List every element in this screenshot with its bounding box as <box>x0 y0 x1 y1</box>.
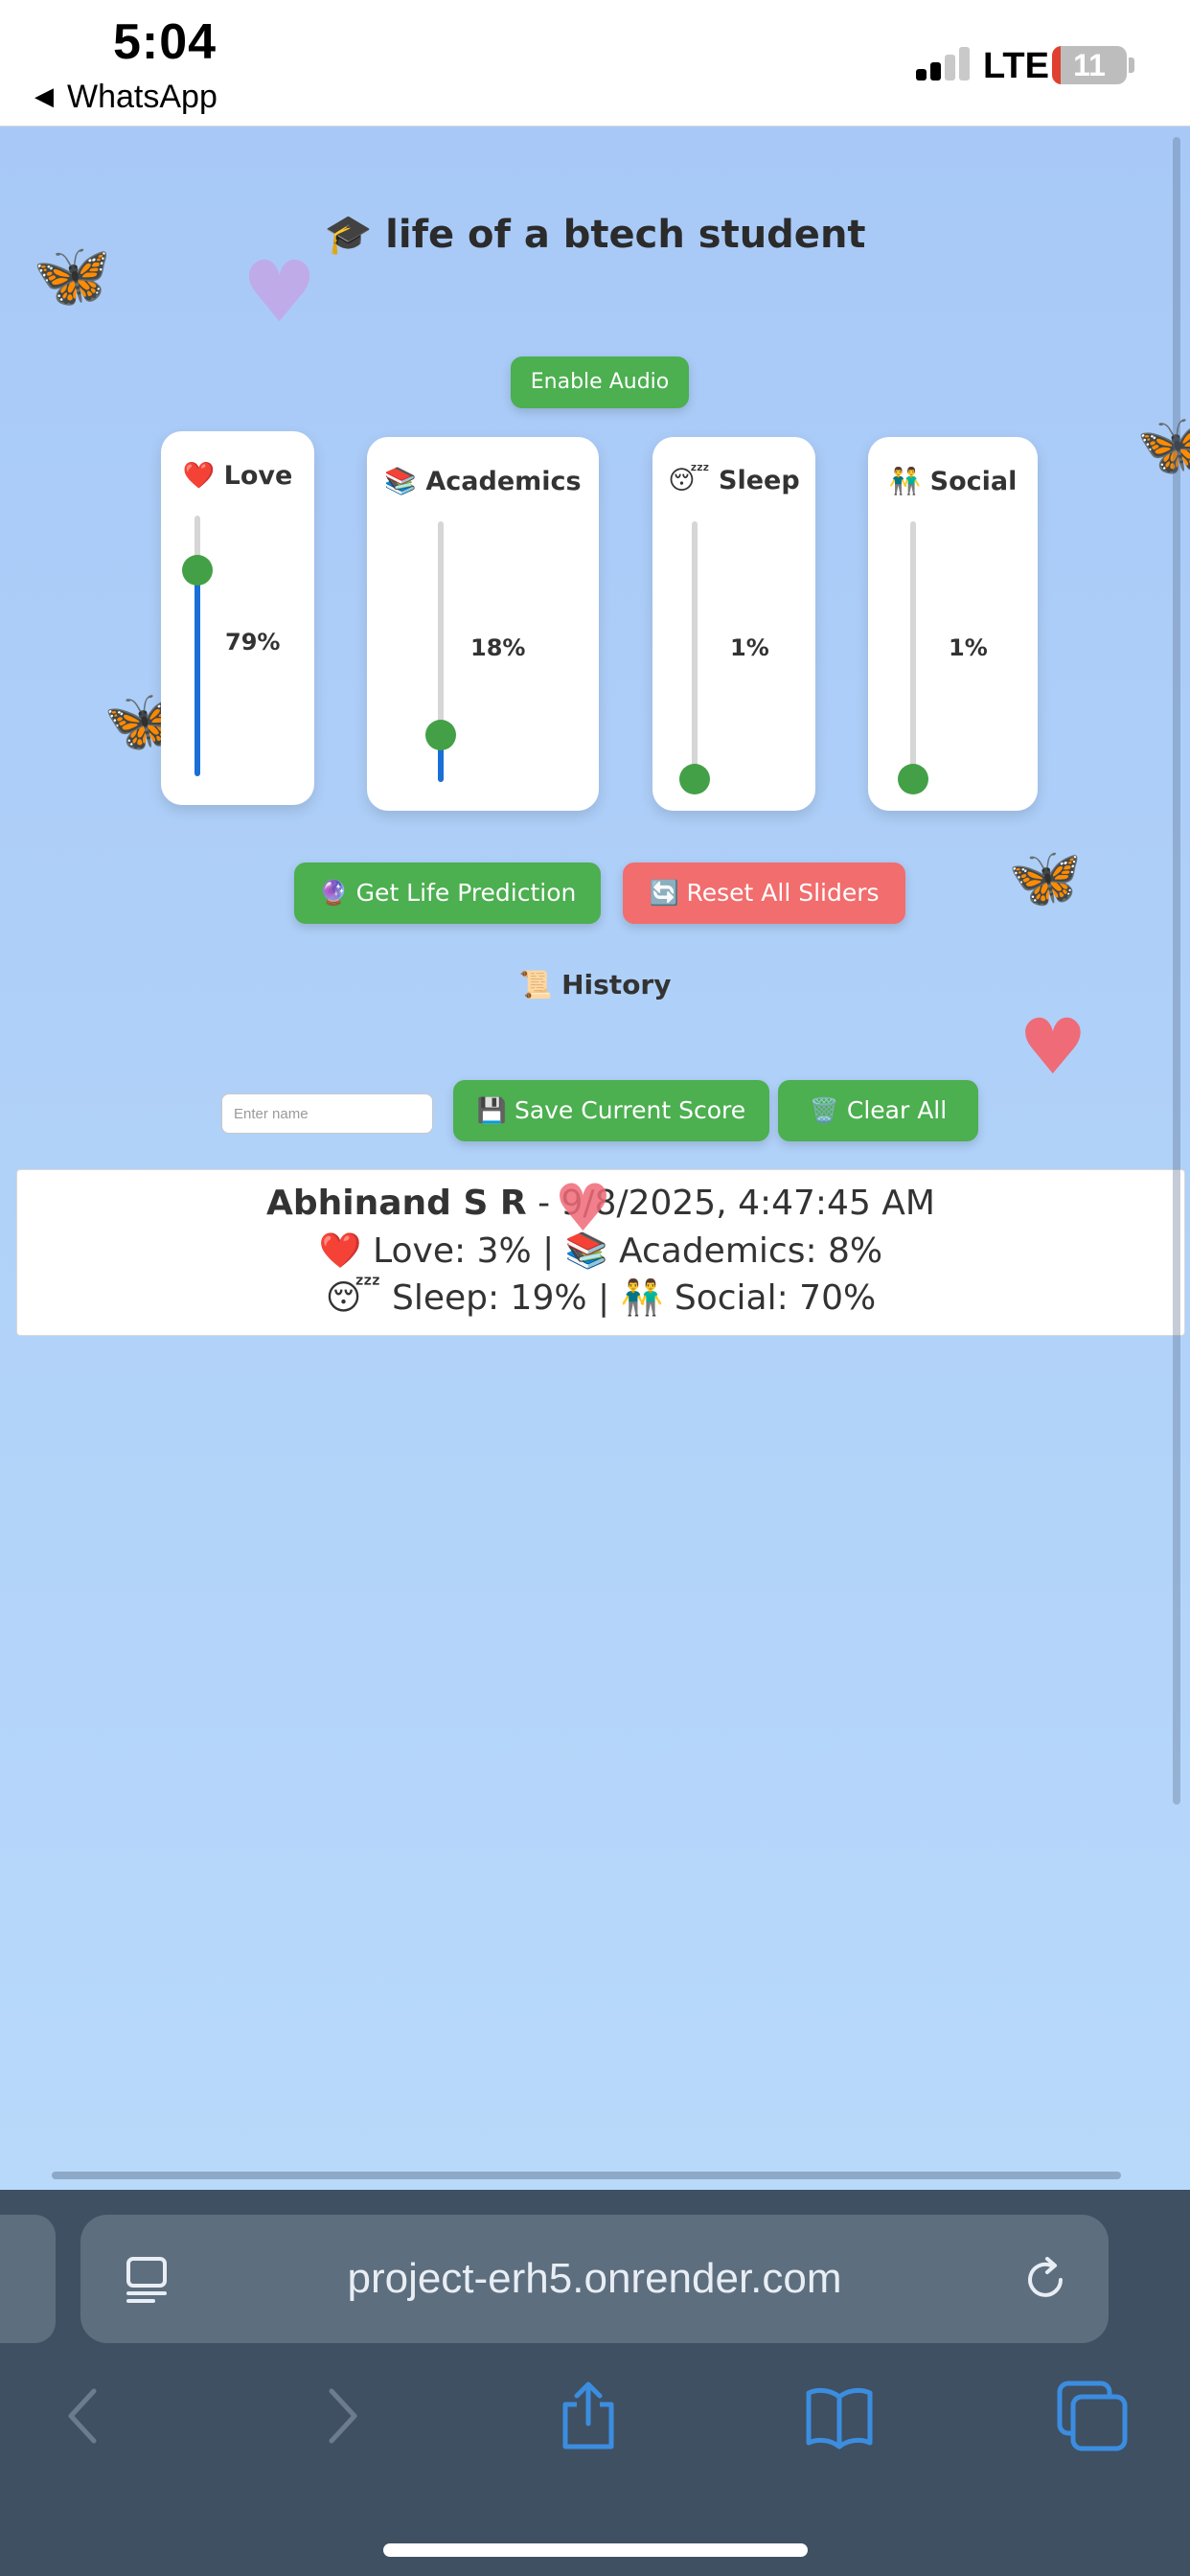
name-input[interactable] <box>221 1093 433 1134</box>
slider-card-social: 👬 Social 1% <box>868 437 1038 811</box>
slider-card-love: ❤️ Love 79% <box>161 431 314 805</box>
butterfly-icon: 🦋 <box>1008 842 1083 912</box>
academics-slider[interactable] <box>425 521 456 782</box>
reset-all-sliders-button[interactable]: 🔄 Reset All Sliders <box>623 862 905 924</box>
heart-icon: ♥ <box>241 242 317 341</box>
slider-thumb[interactable] <box>898 764 928 795</box>
slider-value-love: 79% <box>225 629 281 656</box>
slider-label-love: ❤️ Love <box>182 461 293 491</box>
slider-card-sleep: 😴 Sleep 1% <box>652 437 815 811</box>
slider-label-sleep: 😴 Sleep <box>668 466 800 495</box>
slider-thumb[interactable] <box>425 720 456 751</box>
status-bar: 5:04 ◀ WhatsApp LTE 11 <box>0 0 1190 126</box>
back-to-app-link[interactable]: ◀ WhatsApp <box>34 79 217 116</box>
home-indicator[interactable] <box>383 2543 808 2557</box>
slider-value-sleep: 1% <box>730 634 769 661</box>
address-bar[interactable]: project-erh5.onrender.com <box>80 2215 1109 2343</box>
forward-icon[interactable] <box>305 2380 378 2452</box>
enable-audio-button[interactable]: Enable Audio <box>511 356 689 408</box>
back-app-label: WhatsApp <box>67 79 217 115</box>
slider-thumb[interactable] <box>679 764 710 795</box>
battery-icon: 11 <box>1052 46 1127 84</box>
share-icon[interactable] <box>552 2380 625 2452</box>
history-heading: 📜 History <box>518 969 672 1000</box>
page-title: 🎓 life of a btech student <box>324 213 866 257</box>
network-type: LTE <box>983 46 1049 86</box>
love-slider[interactable] <box>182 516 213 776</box>
status-time: 5:04 <box>113 14 217 70</box>
battery-level: 11 <box>1073 48 1106 82</box>
social-slider[interactable] <box>898 521 928 795</box>
slider-label-academics: 📚 Academics <box>384 467 582 496</box>
back-icon[interactable] <box>48 2380 121 2452</box>
slider-card-academics: 📚 Academics 18% <box>367 437 599 811</box>
history-scores-line-2: 😴 Sleep: 19% | 👬 Social: 70% <box>325 1278 877 1318</box>
web-page[interactable]: 🦋 ♥ 🦋 🦋 ♥ 🦋 ♥ 🎓 life of a btech student … <box>0 127 1190 2190</box>
history-name: Abhinand S R <box>265 1184 527 1223</box>
bookmarks-icon[interactable] <box>803 2380 876 2452</box>
slider-value-social: 1% <box>949 634 988 661</box>
heart-icon: ♥ <box>554 1171 612 1247</box>
battery-tip <box>1129 58 1134 73</box>
horizontal-scrollbar[interactable] <box>52 2172 1121 2179</box>
save-current-score-button[interactable]: 💾 Save Current Score <box>453 1080 769 1141</box>
butterfly-icon: 🦋 <box>1136 410 1190 481</box>
vertical-scrollbar[interactable] <box>1173 137 1180 1805</box>
reload-icon[interactable] <box>1018 2253 1072 2307</box>
tabs-icon[interactable] <box>1056 2380 1129 2452</box>
cellular-signal-icon <box>916 46 972 80</box>
slider-label-social: 👬 Social <box>888 467 1018 496</box>
previous-tab-preview[interactable] <box>0 2215 56 2343</box>
clear-all-button[interactable]: 🗑️ Clear All <box>778 1080 978 1141</box>
get-life-prediction-button[interactable]: 🔮 Get Life Prediction <box>294 862 601 924</box>
sleep-slider[interactable] <box>679 521 710 795</box>
heart-icon: ♥ <box>1018 1002 1087 1092</box>
url-text: project-erh5.onrender.com <box>347 2255 842 2302</box>
history-datetime: 9/8/2025, 4:47:45 AM <box>561 1184 935 1223</box>
back-triangle-icon: ◀ <box>34 81 54 110</box>
slider-value-academics: 18% <box>470 634 526 661</box>
slider-thumb[interactable] <box>182 555 213 586</box>
browser-toolbar: project-erh5.onrender.com <box>0 2190 1190 2576</box>
